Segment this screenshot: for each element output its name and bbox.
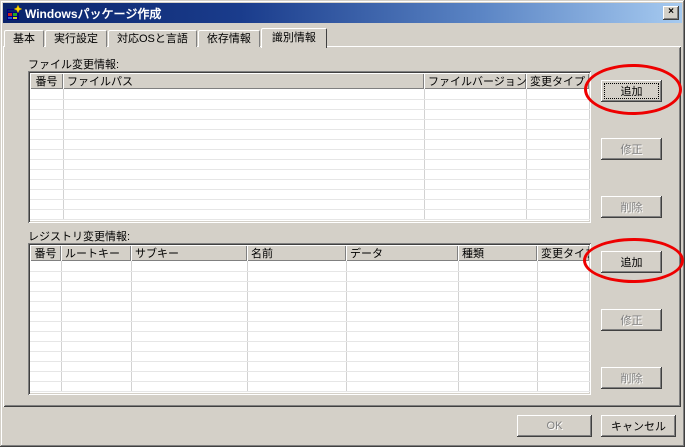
file-modify-button-label: 修正: [620, 144, 643, 156]
file-delete-button: 削除: [601, 196, 662, 218]
file-col-number[interactable]: 番号: [30, 73, 63, 89]
reg-col-number[interactable]: 番号: [30, 245, 61, 261]
registry-change-table[interactable]: 番号 ルートキー サブキー 名前 データ 種類 変更タイプ: [28, 243, 591, 395]
window-title: Windowsパッケージ作成: [25, 6, 162, 21]
registry-delete-button-label: 削除: [620, 373, 643, 385]
ok-button: OK: [517, 415, 592, 437]
file-col-version[interactable]: ファイルバージョン: [424, 73, 526, 89]
registry-section-label: レジストリ変更情報:: [28, 231, 131, 243]
reg-col-data[interactable]: データ: [346, 245, 458, 261]
registry-add-button-label: 追加: [620, 257, 643, 269]
file-table-body[interactable]: [30, 89, 590, 220]
close-icon[interactable]: ×: [663, 6, 679, 20]
cancel-button[interactable]: キャンセル: [601, 415, 676, 437]
tab-strip: 基本 実行設定 対応OSと言語 依存情報 識別情報: [4, 27, 328, 48]
tab-dependency-info[interactable]: 依存情報: [197, 30, 260, 47]
reg-col-subkey[interactable]: サブキー: [131, 245, 247, 261]
registry-add-button[interactable]: 追加: [601, 251, 662, 273]
tab-identification-info[interactable]: 識別情報: [260, 28, 327, 48]
file-section-label: ファイル変更情報:: [28, 59, 120, 71]
file-col-path[interactable]: ファイルパス: [63, 73, 424, 89]
windows-package-dialog: Windowsパッケージ作成 × 基本 実行設定 対応OSと言語 依存情報 識別…: [0, 0, 685, 447]
reg-col-name[interactable]: 名前: [247, 245, 346, 261]
file-delete-button-label: 削除: [620, 202, 643, 214]
registry-modify-button-label: 修正: [620, 315, 643, 327]
reg-col-change-type[interactable]: 変更タイプ: [537, 245, 589, 261]
tab-basic[interactable]: 基本: [4, 30, 44, 47]
cancel-button-label: キャンセル: [611, 421, 666, 433]
app-icon: [6, 4, 23, 21]
file-change-table[interactable]: 番号 ファイルパス ファイルバージョン 変更タイプ: [28, 71, 591, 223]
reg-col-kind[interactable]: 種類: [458, 245, 537, 261]
focus-rect: [604, 83, 659, 99]
reg-col-rootkey[interactable]: ルートキー: [61, 245, 131, 261]
titlebar[interactable]: Windowsパッケージ作成 ×: [3, 3, 682, 23]
registry-table-body[interactable]: [30, 261, 590, 392]
file-col-change-type[interactable]: 変更タイプ: [526, 73, 589, 89]
registry-delete-button: 削除: [601, 367, 662, 389]
tab-os-language[interactable]: 対応OSと言語: [108, 30, 197, 47]
tab-exec-settings[interactable]: 実行設定: [45, 30, 107, 47]
registry-modify-button: 修正: [601, 309, 662, 331]
file-add-button[interactable]: 追加: [601, 80, 662, 102]
ok-button-label: OK: [546, 420, 563, 432]
file-modify-button: 修正: [601, 138, 662, 160]
